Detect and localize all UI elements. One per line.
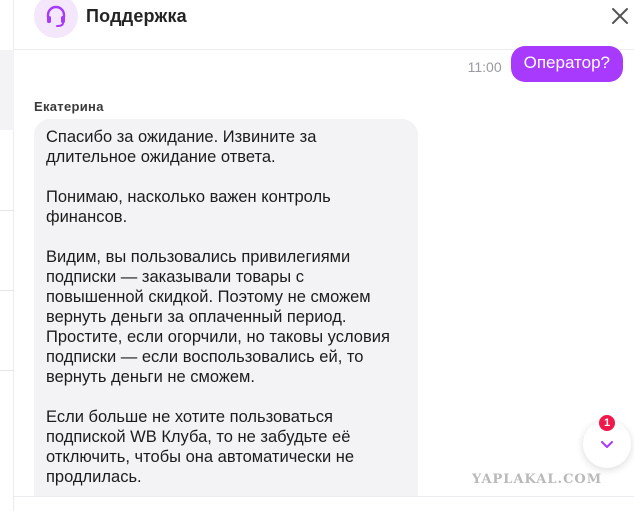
close-button[interactable]: [610, 6, 630, 26]
watermark: YAPLAKAL.COM: [472, 472, 603, 487]
outgoing-message: 11:00 Оператор?: [468, 46, 623, 82]
chat-messages[interactable]: 11:00 Оператор? Екатерина Спасибо за ожи…: [14, 46, 634, 499]
left-panel-divider: [0, 290, 14, 291]
message-paragraph: Видим, вы пользовались привилегиями подп…: [46, 248, 390, 386]
incoming-bubble: Спасибо за ожидание. Извините за длитель…: [34, 119, 418, 499]
left-panel-divider: [0, 210, 14, 211]
message-paragraph: Спасибо за ожидание. Извините за длитель…: [46, 128, 317, 166]
left-panel-divider: [0, 370, 14, 371]
unread-badge: 1: [599, 415, 615, 431]
message-paragraph: Если больше не хотите пользоваться подпи…: [46, 408, 355, 486]
chat-header: Поддержка: [14, 0, 634, 50]
left-panel-edge: [0, 0, 14, 511]
message-input-area[interactable]: [14, 496, 634, 511]
sender-name: Екатерина: [34, 99, 104, 114]
close-icon: [612, 8, 628, 24]
message-time: 11:00: [467, 58, 502, 75]
support-avatar: [34, 0, 78, 38]
left-panel-selected: [0, 50, 14, 130]
headset-icon: [46, 5, 66, 27]
chevron-down-icon: [601, 441, 613, 448]
message-paragraph: Понимаю, насколько важен контроль финанс…: [46, 188, 331, 226]
page-title: Поддержка: [86, 6, 187, 26]
outgoing-bubble: Оператор?: [510, 46, 623, 82]
